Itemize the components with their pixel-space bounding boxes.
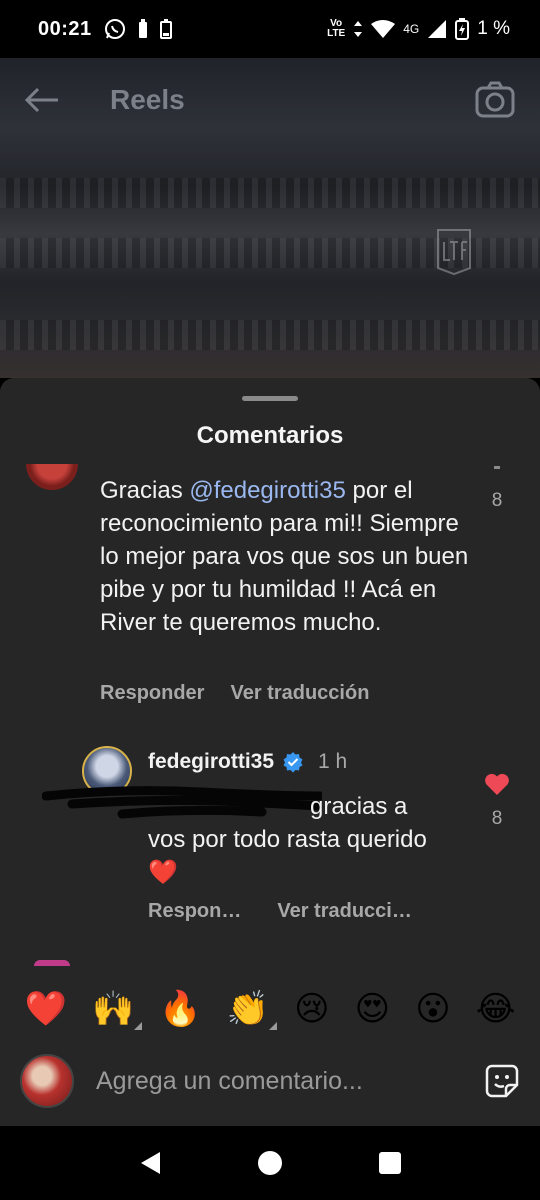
reels-header: Reels bbox=[24, 78, 516, 122]
reply-time: 1 h bbox=[318, 750, 348, 773]
battery-percent: 1 % bbox=[477, 18, 510, 39]
reply-username[interactable]: fedegirotti35 bbox=[148, 750, 274, 774]
quick-emoji-bar: ❤️ 🙌 🔥 👏 😢 😍 😮 😂 bbox=[0, 978, 540, 1040]
data-arrows-icon bbox=[353, 20, 363, 38]
status-bar: 00:21 Vo LTE 4G 1 % bbox=[0, 0, 540, 58]
battery-charging-icon bbox=[455, 18, 470, 40]
reply-text: gracias a vos por todo rasta querido❤️ bbox=[148, 793, 427, 886]
skin-tone-indicator bbox=[269, 1022, 278, 1030]
emoji-heart-button[interactable]: ❤️ bbox=[25, 992, 67, 1026]
signal-label: 4G bbox=[403, 22, 420, 36]
reply-header: fedegirotti35 1 h bbox=[148, 750, 347, 774]
commenter-avatar[interactable] bbox=[26, 464, 78, 490]
my-avatar bbox=[20, 1054, 74, 1108]
whatsapp-icon bbox=[104, 18, 126, 40]
nav-back-button[interactable] bbox=[130, 1143, 170, 1183]
volte-indicator: Vo LTE bbox=[327, 18, 346, 39]
sticker-icon[interactable] bbox=[484, 1063, 520, 1099]
android-nav-bar bbox=[0, 1126, 540, 1200]
comment-text: Gracias @fedegirotti35 por el reconocimi… bbox=[100, 477, 469, 636]
reply-like-count[interactable]: 8 bbox=[482, 808, 512, 830]
comment-input[interactable] bbox=[96, 1066, 474, 1096]
signal-icon bbox=[427, 19, 447, 39]
reply-translate-button[interactable]: Ver traducci… bbox=[277, 900, 412, 923]
battery-alert-icon bbox=[159, 19, 172, 39]
emoji-laughing-button[interactable]: 😂 bbox=[476, 992, 516, 1026]
status-notification-icons bbox=[104, 18, 172, 40]
nav-home-icon bbox=[258, 1151, 282, 1175]
comment-actions: Responder Ver traducción bbox=[100, 682, 369, 705]
emoji-fire-button[interactable]: 🔥 bbox=[159, 992, 201, 1026]
next-comment-avatar[interactable] bbox=[34, 960, 70, 966]
reel-video[interactable]: Reels bbox=[0, 58, 540, 378]
emoji-surprised-button[interactable]: 😮 bbox=[415, 992, 450, 1026]
reply-reply-button[interactable]: Respon… bbox=[148, 900, 241, 923]
reply-button[interactable]: Responder bbox=[100, 682, 204, 705]
status-time: 00:21 bbox=[38, 17, 92, 40]
nav-home-button[interactable] bbox=[250, 1143, 290, 1183]
emoji-crying-button[interactable]: 😢 bbox=[294, 992, 329, 1026]
nav-recents-button[interactable] bbox=[370, 1143, 410, 1183]
wifi-icon bbox=[371, 19, 396, 39]
status-right: Vo LTE 4G 1 % bbox=[327, 18, 510, 40]
reply-actions: Respon… Ver traducci… bbox=[148, 900, 412, 923]
emoji-clap-button[interactable]: 👏 bbox=[227, 992, 278, 1030]
comment-input-row bbox=[0, 1044, 540, 1118]
drag-handle[interactable] bbox=[242, 396, 298, 401]
sheet-title: Comentarios bbox=[196, 422, 344, 449]
verified-badge-icon bbox=[283, 752, 303, 773]
nav-recents-icon bbox=[379, 1152, 401, 1174]
mention-link[interactable]: @fedegirotti35 bbox=[189, 477, 345, 504]
nav-back-icon bbox=[141, 1152, 160, 1174]
emoji-raised-hands-button[interactable]: 🙌 bbox=[92, 992, 143, 1030]
translate-button[interactable]: Ver traducción bbox=[230, 682, 369, 705]
back-arrow-icon[interactable] bbox=[24, 80, 64, 120]
red-heart-emoji: ❤️ bbox=[148, 859, 178, 886]
emoji-heart-eyes-button[interactable]: 😍 bbox=[355, 992, 390, 1026]
reels-title: Reels bbox=[110, 84, 185, 115]
skin-tone-indicator bbox=[134, 1022, 143, 1030]
liked-heart-icon[interactable] bbox=[484, 772, 510, 796]
comment-like-count[interactable]: 8 bbox=[482, 490, 512, 512]
camera-icon[interactable] bbox=[474, 79, 516, 121]
comments-sheet: Comentarios Gracias @fedegirotti35 por e… bbox=[0, 378, 540, 1126]
scroll-hint bbox=[494, 466, 500, 469]
battery-small-icon bbox=[138, 19, 148, 39]
